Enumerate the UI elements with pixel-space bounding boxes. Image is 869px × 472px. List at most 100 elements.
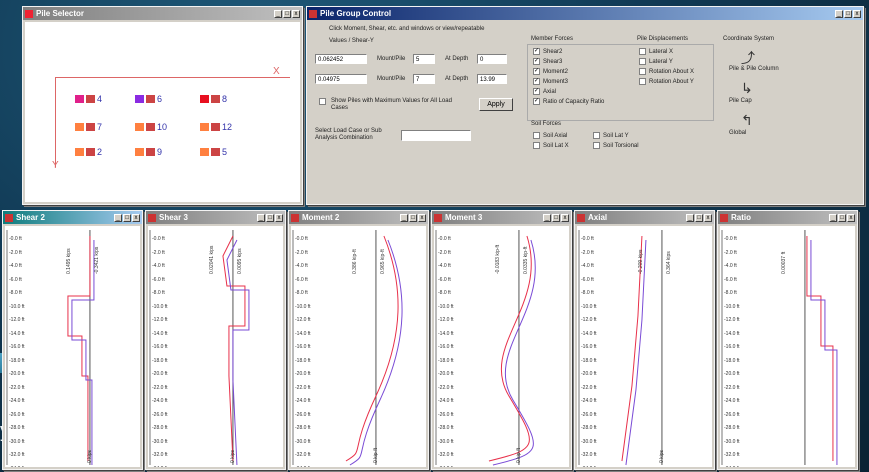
minimize-button[interactable]: _ <box>835 9 843 18</box>
at-pile-2-field[interactable]: 7 <box>413 74 435 84</box>
force-diagram <box>721 230 838 465</box>
coordinate-option-label: Pile & Pile Column <box>729 66 779 72</box>
value-1-field[interactable]: 0.062452 <box>315 54 367 64</box>
maximize-button[interactable]: □ <box>552 213 560 222</box>
pile-5[interactable]: 5 <box>200 147 227 157</box>
member-force-checkbox-4[interactable]: ✓ Axial <box>533 88 556 95</box>
at-pile-1-field[interactable]: 5 <box>413 54 435 64</box>
close-button[interactable]: x <box>704 213 712 222</box>
minimize-button[interactable]: _ <box>829 213 837 222</box>
coordinate-axes-icon[interactable]: ⤴ <box>741 48 755 68</box>
close-button[interactable]: x <box>132 213 140 222</box>
pile-marker <box>200 95 209 103</box>
pile-8[interactable]: 8 <box>200 94 227 104</box>
pile-4[interactable]: 4 <box>75 94 102 104</box>
pile-marker-alt <box>211 95 220 103</box>
maximize-button[interactable]: □ <box>695 213 703 222</box>
window-icon <box>5 213 13 222</box>
min-value-label: 0.364 kips <box>665 251 672 274</box>
pile-displacement-checkbox-3[interactable]: Rotation About Y <box>639 78 694 85</box>
pile-9[interactable]: 9 <box>135 147 162 157</box>
maximize-button[interactable]: □ <box>283 9 291 18</box>
member-force-checkbox-5[interactable]: ✓ Ratio of Capacity Ratio <box>533 98 604 105</box>
pile-12[interactable]: 12 <box>200 122 232 132</box>
max-value-label: -0.0183 kip-ft <box>494 244 501 274</box>
close-button[interactable]: x <box>418 213 426 222</box>
soil-force-checkbox-0[interactable]: Soil Axial <box>533 132 567 139</box>
at-depth-1-field[interactable]: 0 <box>477 54 507 64</box>
maximize-button[interactable]: □ <box>409 213 417 222</box>
plot-area: -0.0 ft -2.0 ft -4.0 ft -6.0 ft -8.0 ft -10.0… <box>148 226 283 467</box>
minimize-button[interactable]: _ <box>400 213 408 222</box>
plot-area: -0.0 ft -2.0 ft -4.0 ft -6.0 ft -8.0 ft -10.0… <box>291 226 426 467</box>
member-force-checkbox-2[interactable]: ✓ Moment2 <box>533 68 568 75</box>
close-button[interactable]: x <box>847 213 855 222</box>
pile-selector-titlebar[interactable]: Pile Selector _ □ x <box>23 7 302 20</box>
pile-marker <box>75 148 84 156</box>
pile-group-control-body: Click Moment, Shear, etc. and windows or… <box>309 22 861 202</box>
member-force-checkbox-1[interactable]: ✓ Shear3 <box>533 58 562 65</box>
minimize-button[interactable]: _ <box>114 213 122 222</box>
apply-button[interactable]: Apply <box>479 98 513 111</box>
pile-displacement-checkbox-1[interactable]: Lateral Y <box>639 58 673 65</box>
pile-group-control-window: Pile Group Control _ □ x Click Moment, S… <box>306 6 864 205</box>
bottom-value-label: 0 kips <box>86 449 93 463</box>
soil-force-checkbox-3[interactable]: Soil Torsional <box>593 142 639 149</box>
pile-10[interactable]: 10 <box>135 122 167 132</box>
window-title: Moment 3 <box>445 213 483 222</box>
plot-window-5: Ratio _ □ x -0.0 ft -2.0 ft -4.0 ft -6.0 ft -8.0… <box>717 210 858 470</box>
pile-group-control-titlebar[interactable]: Pile Group Control _ □ x <box>307 7 863 20</box>
bottom-value-label: 0 kips <box>229 449 236 463</box>
show-piles-checkbox[interactable] <box>319 98 326 105</box>
pile-marker-alt <box>146 95 155 103</box>
maximize-button[interactable]: □ <box>838 213 846 222</box>
pile-displacement-checkbox-0[interactable]: Lateral X <box>639 48 673 55</box>
pile-label: 12 <box>222 122 233 132</box>
pile-displacement-checkbox-2[interactable]: Rotation About X <box>639 68 694 75</box>
plot-window-3: Moment 3 _ □ x -0.0 ft -2.0 ft -4.0 ft -6.0 ft -… <box>431 210 572 470</box>
maximize-button[interactable]: □ <box>266 213 274 222</box>
checkbox-label: Rotation About Y <box>649 78 694 85</box>
soil-force-checkbox-2[interactable]: Soil Lat Y <box>593 132 629 139</box>
x-axis-line <box>55 77 290 78</box>
load-case-dropdown[interactable] <box>401 130 471 141</box>
plot-area: -0.0 ft -2.0 ft -4.0 ft -6.0 ft -8.0 ft -10.0… <box>720 226 855 467</box>
min-value-label: -0.3421 kips <box>93 246 100 274</box>
checkbox-label: Moment3 <box>543 78 569 85</box>
window-icon <box>720 213 728 222</box>
coordinate-axes-icon[interactable]: ↳ <box>741 80 753 97</box>
plot-window-titlebar[interactable]: Moment 3 _ □ x <box>432 211 571 224</box>
plot-window-titlebar[interactable]: Moment 2 _ □ x <box>289 211 428 224</box>
pile-6[interactable]: 6 <box>135 94 162 104</box>
checkbox-box <box>593 132 600 139</box>
plot-window-titlebar[interactable]: Shear 3 _ □ x <box>146 211 285 224</box>
close-button[interactable]: x <box>853 9 861 18</box>
close-button[interactable]: x <box>561 213 569 222</box>
close-button[interactable]: x <box>275 213 283 222</box>
minimize-button[interactable]: _ <box>257 213 265 222</box>
coordinate-axes-icon[interactable]: ↰ <box>741 112 753 129</box>
maximize-button[interactable]: □ <box>844 9 852 18</box>
checkbox-label: Axial <box>543 88 557 95</box>
force-diagram <box>6 230 95 465</box>
member-force-checkbox-3[interactable]: ✓ Moment3 <box>533 78 568 85</box>
minimize-button[interactable]: _ <box>543 213 551 222</box>
y-axis-line <box>55 77 56 167</box>
checkbox-box: ✓ <box>533 68 540 75</box>
close-button[interactable]: x <box>292 9 300 18</box>
minimize-button[interactable]: _ <box>274 9 282 18</box>
plot-window-titlebar[interactable]: Shear 2 _ □ x <box>3 211 142 224</box>
pile-2[interactable]: 2 <box>75 147 102 157</box>
plot-window-titlebar[interactable]: Axial _ □ x <box>575 211 714 224</box>
value-2-field[interactable]: 0.04975 <box>315 74 367 84</box>
plot-window-titlebar[interactable]: Ratio _ □ x <box>718 211 857 224</box>
maximize-button[interactable]: □ <box>123 213 131 222</box>
minimize-button[interactable]: _ <box>686 213 694 222</box>
soil-force-checkbox-1[interactable]: Soil Lat X <box>533 142 569 149</box>
window-title: Moment 2 <box>302 213 340 222</box>
pile-7[interactable]: 7 <box>75 122 102 132</box>
member-force-checkbox-0[interactable]: ✓ Shear2 <box>533 48 562 55</box>
plot-area: -0.0 ft -2.0 ft -4.0 ft -6.0 ft -8.0 ft -10.0… <box>434 226 569 467</box>
at-depth-2-field[interactable]: 13.99 <box>477 74 507 84</box>
pile-label: 7 <box>97 122 103 132</box>
